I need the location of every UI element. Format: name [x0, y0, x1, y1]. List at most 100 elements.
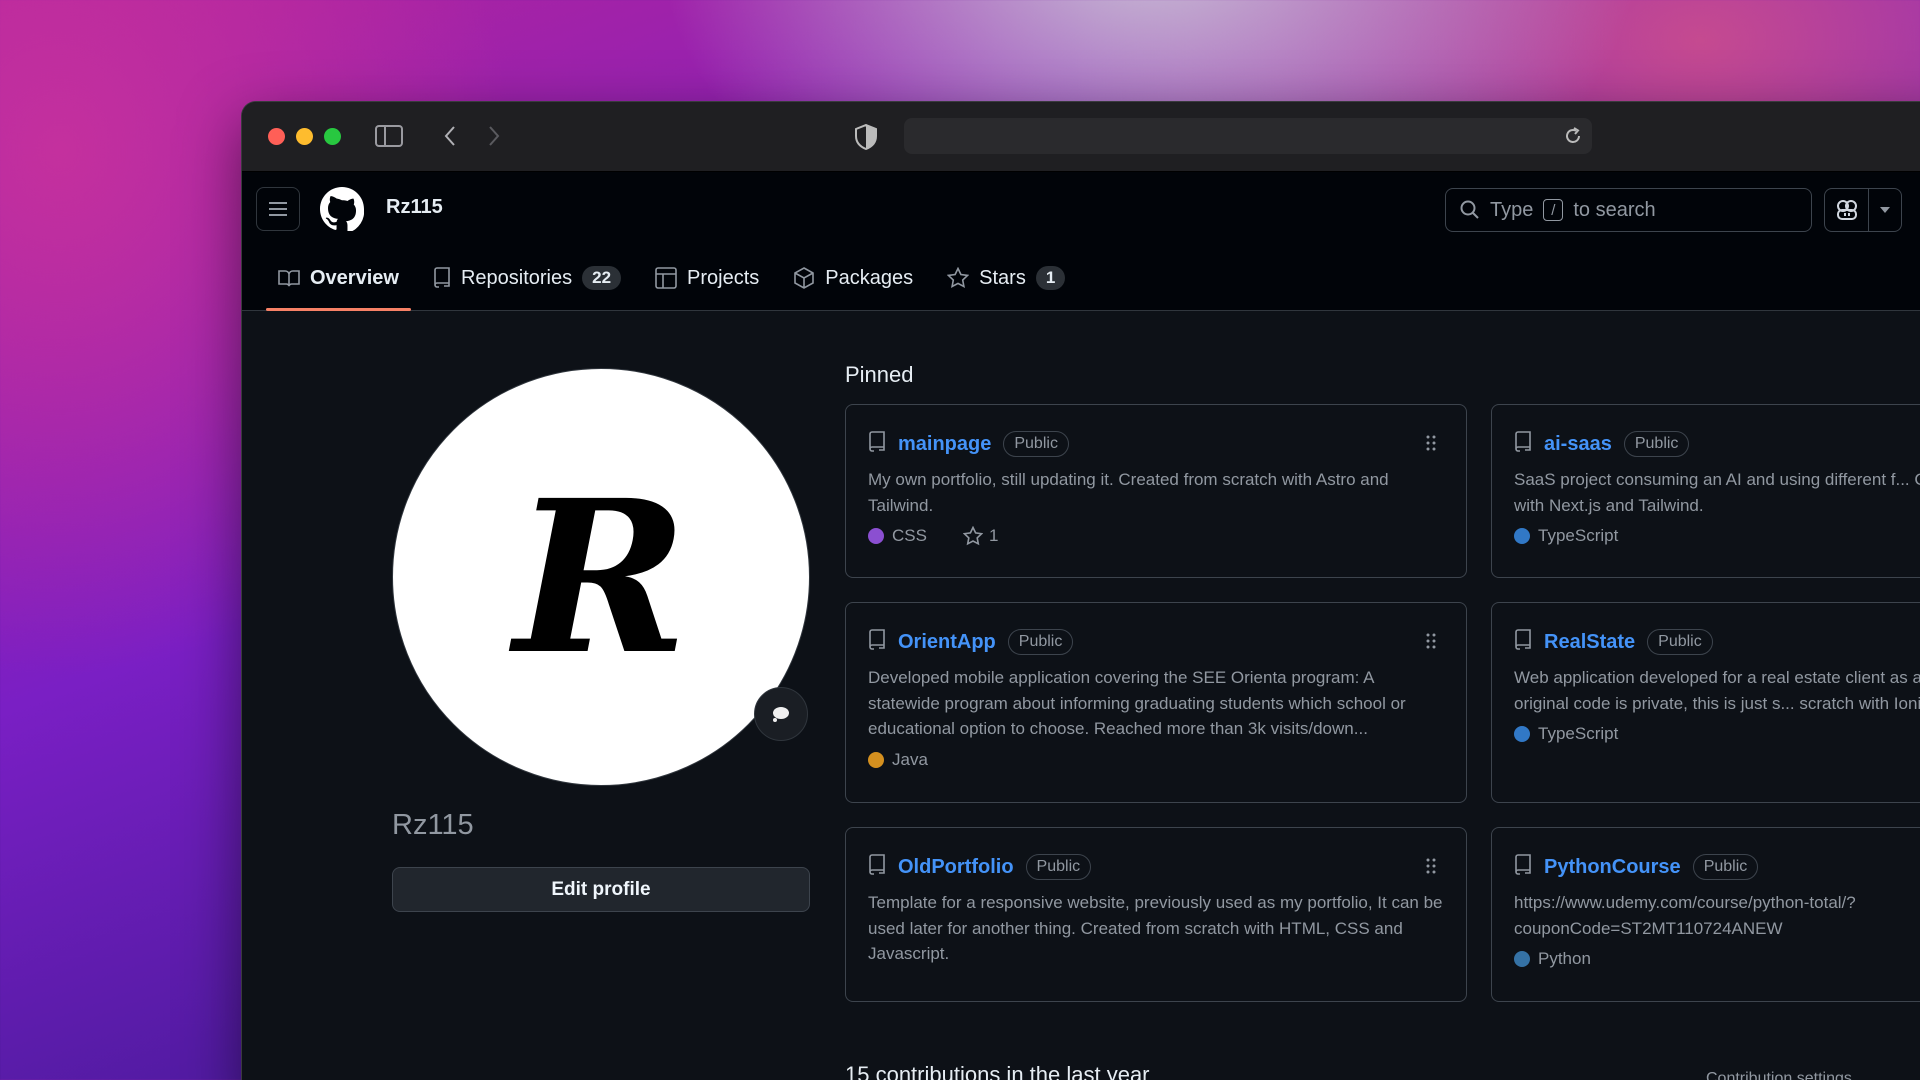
copilot-button-group — [1824, 188, 1902, 232]
back-icon[interactable] — [440, 124, 460, 148]
tab-repositories[interactable]: Repositories 22 — [421, 254, 633, 302]
visibility-badge: Public — [1003, 431, 1069, 457]
pinned-repos: mainpage Public My own portfolio, still up… — [845, 404, 1920, 1002]
tab-projects[interactable]: Projects — [643, 254, 771, 302]
visibility-badge: Public — [1025, 854, 1092, 880]
search-input[interactable]: Type / to search — [1445, 188, 1812, 232]
tab-label: Overview — [310, 266, 399, 289]
repo-language: CSS — [892, 526, 927, 546]
repo-language: Java — [892, 750, 928, 770]
shield-icon[interactable] — [854, 124, 878, 150]
edit-profile-button[interactable]: Edit profile — [392, 867, 810, 912]
tab-label: Projects — [687, 266, 760, 289]
repo-name-link[interactable]: OldPortfolio — [898, 856, 1014, 879]
repo-icon — [1514, 853, 1532, 881]
repo-language: Python — [1538, 949, 1591, 969]
pinned-repo-card: mainpage Public My own portfolio, still up… — [845, 404, 1467, 578]
forward-icon[interactable] — [484, 124, 504, 148]
browser-titlebar — [242, 102, 1920, 172]
set-status-button[interactable] — [754, 687, 808, 741]
repo-icon — [868, 430, 886, 458]
search-shortcut-key: / — [1543, 199, 1564, 221]
repo-description: My own portfolio, still updating it. Cre… — [868, 470, 1389, 515]
tab-overview[interactable]: Overview — [266, 254, 411, 311]
contributions-heading: 15 contributions in the last year — [845, 1062, 1150, 1080]
address-bar[interactable] — [904, 118, 1592, 154]
star-icon — [947, 267, 970, 288]
pinned-repo-card: PythonCourse Public https://www.udemy.com/… — [1491, 827, 1920, 1002]
visibility-badge: Public — [1623, 431, 1690, 457]
github-header: Rz115 Type / to search Overview Reposito… — [242, 172, 1920, 311]
pinned-repo-card: ai-saas Public SaaS project consuming an A… — [1491, 404, 1920, 578]
repositories-count: 22 — [582, 266, 622, 290]
tab-label: Packages — [825, 266, 914, 289]
table-icon — [655, 267, 677, 289]
repo-meta: CSS 1 — [868, 526, 1444, 546]
repo-icon — [434, 267, 450, 288]
smiley-icon — [773, 707, 789, 722]
repo-name-link[interactable]: RealState — [1544, 631, 1635, 654]
language-color-dot — [868, 752, 884, 769]
search-placeholder-prefix: Type — [1490, 198, 1534, 221]
repo-name-link[interactable]: ai-saas — [1544, 433, 1612, 456]
drag-handle-icon[interactable] — [1426, 858, 1436, 879]
copilot-icon[interactable] — [1825, 189, 1869, 231]
hamburger-icon — [269, 202, 287, 216]
repo-meta: TypeScript — [1514, 724, 1920, 744]
language-color-dot — [1514, 726, 1530, 743]
close-window-button[interactable] — [268, 128, 285, 145]
chevron-down-icon[interactable] — [1869, 189, 1901, 231]
contribution-settings-button[interactable]: Contribution settings — [1706, 1070, 1852, 1080]
repo-meta: Java — [868, 750, 1444, 770]
language-color-dot — [1514, 951, 1530, 968]
profile-username[interactable]: Rz115 — [386, 196, 443, 219]
star-count: 1 — [988, 526, 999, 546]
language-color-dot — [1514, 528, 1530, 545]
book-icon — [278, 270, 300, 287]
reload-icon[interactable] — [1562, 125, 1584, 147]
star-icon — [962, 526, 983, 546]
repo-description: https://www.udemy.com/course/python-tota… — [1514, 893, 1856, 938]
repo-name-link[interactable]: PythonCourse — [1544, 856, 1681, 879]
profile-name: Rz115 — [392, 809, 474, 841]
repo-icon — [868, 628, 886, 656]
repo-description: Template for a responsive website, previ… — [868, 893, 1443, 964]
pinned-repo-card: RealState Public Web application developed… — [1491, 602, 1920, 803]
repo-icon — [868, 853, 886, 881]
minimize-window-button[interactable] — [296, 128, 313, 145]
repo-language: TypeScript — [1538, 724, 1619, 744]
repo-description: Developed mobile application covering th… — [868, 668, 1406, 739]
avatar[interactable]: R — [392, 368, 810, 786]
pinned-heading: Pinned — [845, 362, 914, 387]
tab-packages[interactable]: Packages — [781, 254, 925, 302]
stars-count: 1 — [1035, 266, 1066, 290]
search-placeholder-suffix: to search — [1573, 198, 1656, 221]
repo-meta: TypeScript — [1514, 526, 1920, 546]
tab-label: Stars — [979, 266, 1026, 289]
tab-stars[interactable]: Stars 1 — [935, 254, 1077, 302]
drag-handle-icon[interactable] — [1426, 435, 1436, 456]
browser-window: Rz115 Type / to search Overview Reposito… — [242, 102, 1920, 1080]
repo-stars-link[interactable]: 1 — [962, 526, 999, 546]
pinned-repo-card: OrientApp Public Developed mobile applicat… — [845, 602, 1467, 803]
repo-description: Web application developed for a real est… — [1514, 668, 1920, 713]
language-color-dot — [868, 528, 884, 545]
visibility-badge: Public — [1692, 854, 1759, 880]
repo-name-link[interactable]: OrientApp — [898, 631, 996, 654]
search-icon — [1460, 200, 1479, 219]
repo-icon — [1514, 430, 1532, 458]
visibility-badge: Public — [1647, 629, 1713, 655]
visibility-badge: Public — [1007, 629, 1074, 655]
repo-meta: Python — [1514, 949, 1920, 969]
profile-tabs: Overview Repositories 22 Projects Packag… — [266, 254, 1087, 311]
avatar-letter: R — [513, 453, 689, 701]
drag-handle-icon[interactable] — [1426, 633, 1436, 654]
repo-icon — [1514, 628, 1532, 656]
package-icon — [794, 267, 815, 289]
maximize-window-button[interactable] — [324, 128, 341, 145]
sidebar-toggle-icon[interactable] — [375, 124, 403, 148]
menu-button[interactable] — [256, 187, 300, 231]
repo-name-link[interactable]: mainpage — [898, 433, 991, 456]
tab-label: Repositories — [460, 266, 573, 289]
github-logo-icon[interactable] — [320, 187, 364, 231]
